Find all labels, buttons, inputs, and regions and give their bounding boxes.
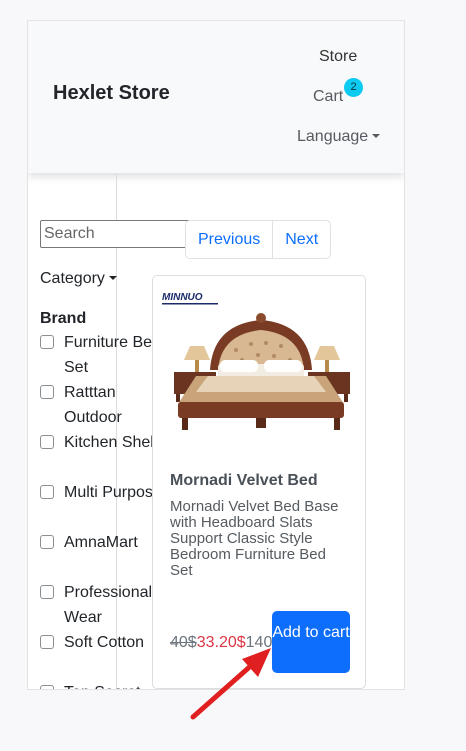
product-image: MINNUO xyxy=(162,292,350,430)
previous-page-button[interactable]: Previous xyxy=(186,221,272,258)
brand-checkbox[interactable] xyxy=(40,335,54,349)
cart-count-badge: 2 xyxy=(344,78,363,97)
brand-checkbox[interactable] xyxy=(40,685,54,689)
product-card: MINNUO Mornadi Velvet Bed Mornadi Velvet… xyxy=(152,275,366,689)
language-label: Language xyxy=(297,128,369,145)
nav-store-link[interactable]: Store xyxy=(319,48,357,66)
brand-filter-list: Furniture Bed Set Ratttan Outdoor Kitche… xyxy=(40,330,162,689)
product-title[interactable]: Mornadi Velvet Bed xyxy=(170,472,318,490)
brand-label: Kitchen Shelf xyxy=(64,434,159,451)
add-to-cart-button[interactable]: Add to cart xyxy=(272,611,350,673)
brand-item[interactable]: AmnaMart xyxy=(40,530,160,580)
brand-item[interactable]: Furniture Bed Set xyxy=(40,330,161,380)
nav-cart-link[interactable]: Cart xyxy=(313,88,343,106)
brand-checkbox[interactable] xyxy=(40,635,54,649)
brand-checkbox[interactable] xyxy=(40,485,54,499)
brand-filter-title: Brand xyxy=(40,310,87,327)
search-input[interactable] xyxy=(40,220,190,248)
brand-checkbox[interactable] xyxy=(40,585,54,599)
caret-down-icon xyxy=(108,276,117,280)
red-arrow-annotation xyxy=(190,648,271,720)
brand-label: Ratttan Outdoor xyxy=(64,384,122,426)
brand-label: Furniture Bed Set xyxy=(64,334,161,376)
next-page-button[interactable]: Next xyxy=(272,221,330,258)
brand-label: Soft Cotton xyxy=(64,634,145,651)
caret-down-icon xyxy=(372,134,381,138)
product-logo: MINNUO xyxy=(162,292,203,303)
category-label: Category xyxy=(40,270,105,287)
category-dropdown[interactable]: Category xyxy=(40,270,117,288)
navbar: Hexlet Store Store Cart 2 Language xyxy=(28,21,404,173)
pagination: Previous Next xyxy=(185,220,332,259)
brand-label: Multi Purpose xyxy=(64,484,162,501)
brand-item[interactable]: Professional Wear xyxy=(40,580,160,630)
brand-checkbox[interactable] xyxy=(40,385,54,399)
brand-item[interactable]: Soft Cotton xyxy=(40,630,160,680)
brand-checkbox[interactable] xyxy=(40,535,54,549)
language-dropdown[interactable]: Language xyxy=(297,128,381,146)
brand-label: Top Secret xyxy=(64,680,164,689)
brand-item[interactable]: Top Secret xyxy=(40,680,160,689)
brand-item[interactable]: Ratttan Outdoor xyxy=(40,380,160,430)
brand-label: AmnaMart xyxy=(64,534,138,551)
product-description: Mornadi Velvet Bed Base with Headboard S… xyxy=(170,498,339,579)
app-window: Hexlet Store Store Cart 2 Language Previ… xyxy=(27,20,405,690)
brand-item[interactable]: Kitchen Shelf xyxy=(40,430,160,480)
brand-link[interactable]: Hexlet Store xyxy=(53,82,170,105)
brand-item[interactable]: Multi Purpose xyxy=(40,480,162,530)
brand-checkbox[interactable] xyxy=(40,435,54,449)
brand-label: Professional Wear xyxy=(64,584,153,626)
